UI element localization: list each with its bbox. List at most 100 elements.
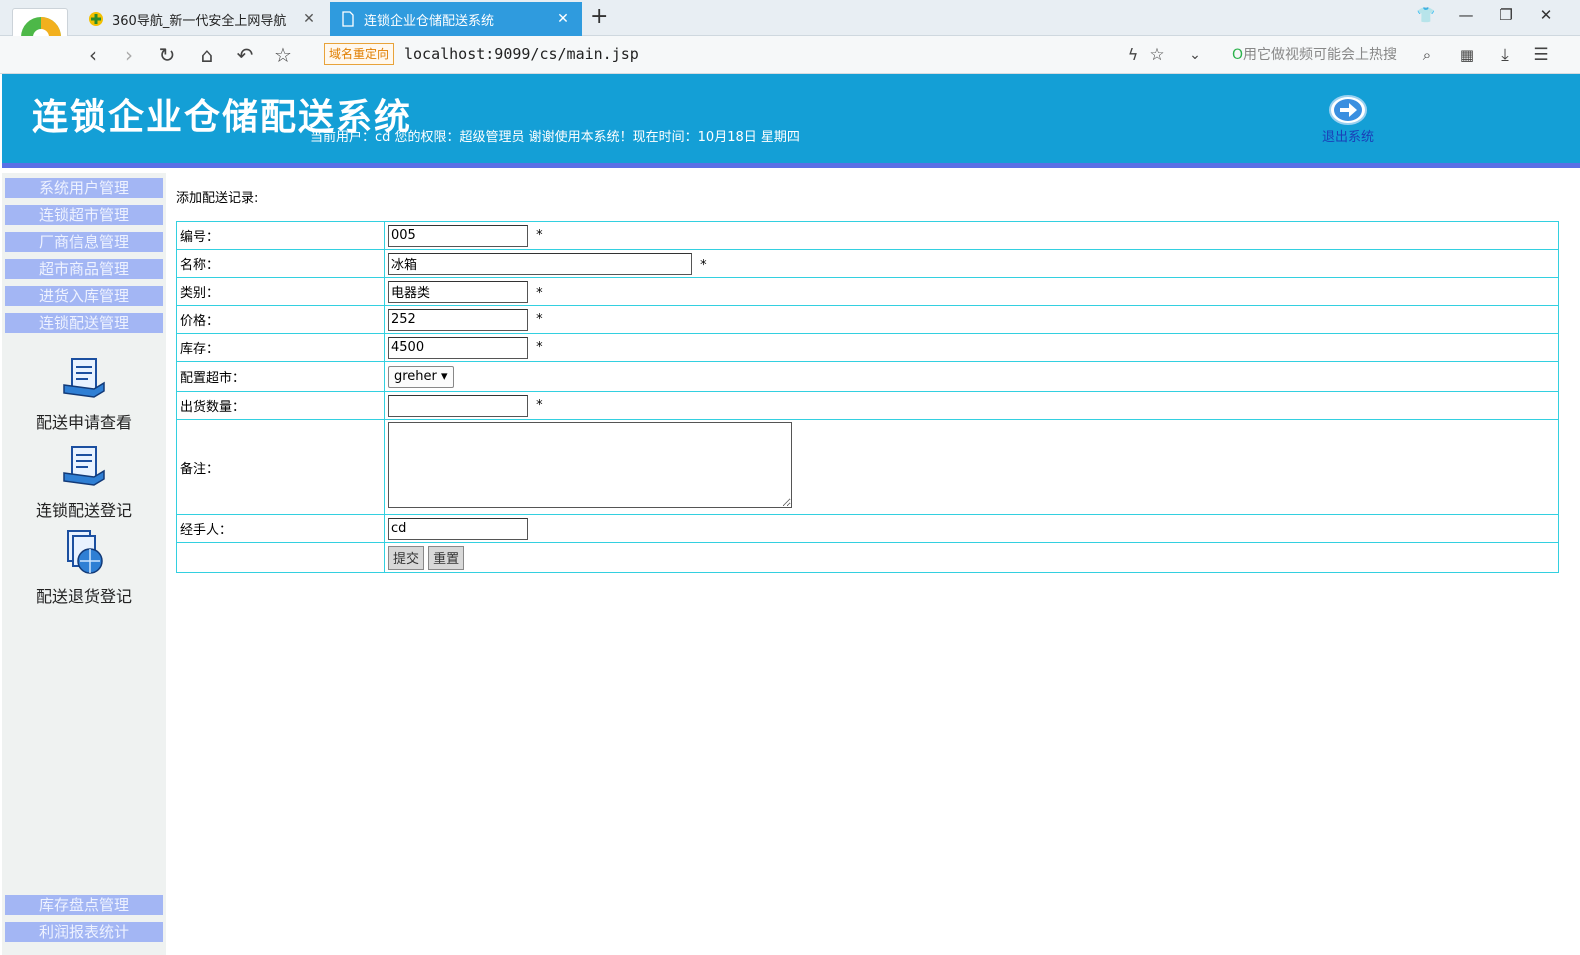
back-button[interactable]: ‹	[80, 42, 106, 68]
quantity-label: 出货数量：	[176, 391, 385, 420]
required-mark: *	[700, 258, 707, 273]
form-row-name: 名称： *	[176, 249, 1559, 278]
supermarket-label: 配置超市：	[176, 361, 385, 392]
search-input[interactable]: O用它做视频可能会上热搜	[1232, 44, 1432, 64]
submit-button[interactable]: 提交	[388, 545, 425, 570]
close-icon[interactable]: ✕	[300, 11, 318, 27]
form-heading: 添加配送记录:	[176, 191, 259, 206]
download-icon[interactable]: ⤓	[1492, 42, 1518, 68]
sidebar-sub-delivery-register[interactable]: 连锁配送登记	[2, 443, 166, 521]
sidebar-sub-label: 配送退货登记	[35, 587, 132, 606]
code-field[interactable]	[388, 224, 528, 247]
search-placeholder: 用它做视频可能会上热搜	[1243, 47, 1398, 63]
form-row-price: 价格： *	[176, 305, 1559, 334]
form-row-category: 类别： *	[176, 277, 1559, 306]
handler-field[interactable]	[388, 517, 528, 540]
remark-cell	[384, 419, 1559, 515]
restore-button[interactable]: ❐	[1494, 6, 1518, 24]
required-mark: *	[536, 286, 543, 301]
logout-button[interactable]: 退出系统	[1318, 94, 1378, 145]
price-field[interactable]	[388, 308, 528, 331]
required-mark: *	[536, 340, 543, 355]
minimize-button[interactable]: —	[1454, 6, 1478, 24]
sidebar-sub-delivery-request-view[interactable]: 配送申请查看	[2, 355, 166, 433]
address-bar[interactable]: localhost:9099/cs/main.jsp	[404, 45, 639, 63]
tab-title: 360导航_新一代安全上网导航	[112, 13, 287, 29]
close-window-button[interactable]: ✕	[1534, 6, 1558, 24]
chevron-down-icon[interactable]: ⌄	[1182, 42, 1208, 68]
form-row-quantity: 出货数量： *	[176, 391, 1559, 420]
sidebar-item-vendor-management[interactable]: 厂商信息管理	[5, 232, 163, 252]
menu-icon[interactable]: ☰	[1528, 42, 1554, 68]
search-engine-icon: O	[1232, 47, 1244, 63]
sidebar-item-stock-in-management[interactable]: 进货入库管理	[5, 286, 163, 306]
sidebar: 系统用户管理 连锁超市管理 厂商信息管理 超市商品管理 进货入库管理 连锁配送管…	[2, 173, 166, 955]
redirect-badge[interactable]: 域名重定向	[324, 43, 395, 65]
lightning-icon[interactable]: ϟ	[1120, 42, 1146, 68]
actions-cell: 提交 重置	[384, 542, 1559, 573]
form-row-remark: 备注：	[176, 419, 1559, 515]
form-row-supermarket: 配置超市： greher ▾	[176, 361, 1559, 392]
arrow-right-icon	[1329, 95, 1367, 125]
sidebar-item-user-management[interactable]: 系统用户管理	[5, 178, 163, 198]
category-cell: *	[384, 277, 1559, 306]
reset-button[interactable]: 重置	[428, 545, 465, 570]
handler-cell	[384, 514, 1559, 543]
category-field[interactable]	[388, 280, 528, 303]
name-label: 名称：	[176, 249, 385, 278]
document-send-icon	[63, 358, 105, 398]
search-icon[interactable]: ⌕	[1414, 42, 1440, 68]
supermarket-selected-value: greher	[394, 368, 437, 384]
page-icon	[340, 11, 356, 27]
skin-icon[interactable]: 👕	[1414, 6, 1438, 24]
required-mark: *	[536, 398, 543, 413]
delivery-form-table: 编号： * 名称： * 类别： * 价格： *	[176, 221, 1559, 573]
home-button[interactable]: ⌂	[194, 42, 220, 68]
browser-tab-bar: 360导航_新一代安全上网导航 ✕ 连锁企业仓储配送系统 ✕ + 👕 — ❐ ✕	[0, 0, 1580, 36]
new-tab-button[interactable]: +	[590, 4, 608, 29]
sidebar-item-inventory-check[interactable]: 库存盘点管理	[5, 895, 163, 915]
undo-close-button[interactable]: ↶	[232, 42, 258, 68]
forward-button[interactable]: ›	[116, 42, 142, 68]
favorite-star-icon[interactable]: ☆	[270, 42, 296, 68]
form-row-actions: 提交 重置	[176, 542, 1559, 573]
sidebar-item-delivery-management[interactable]: 连锁配送管理	[5, 313, 163, 333]
browser-tab-360-nav[interactable]: 360导航_新一代安全上网导航 ✕	[78, 2, 328, 36]
remark-textarea[interactable]	[388, 422, 792, 508]
document-send-icon	[63, 446, 105, 486]
browser-nav-bar: ‹ › ↻ ⌂ ↶ ☆ 域名重定向 localhost:9099/cs/main…	[0, 36, 1580, 74]
sidebar-item-supermarket-management[interactable]: 连锁超市管理	[5, 205, 163, 225]
form-row-stock: 库存： *	[176, 333, 1559, 362]
stock-label: 库存：	[176, 333, 385, 362]
code-cell: *	[384, 221, 1559, 250]
remark-label: 备注：	[176, 419, 385, 515]
main-content: 添加配送记录: 编号： * 名称： * 类别： * 价格：	[166, 173, 1578, 955]
quantity-field[interactable]	[388, 394, 528, 417]
stock-field[interactable]	[388, 336, 528, 359]
close-icon[interactable]: ✕	[554, 11, 572, 27]
supermarket-select[interactable]: greher ▾	[388, 365, 454, 388]
sidebar-sub-label: 配送申请查看	[35, 413, 132, 432]
browser-tab-active[interactable]: 连锁企业仓储配送系统 ✕	[330, 2, 582, 36]
bookmark-star-icon[interactable]: ☆	[1144, 42, 1170, 68]
form-row-handler: 经手人：	[176, 514, 1559, 543]
user-info: 当前用户：cd 您的权限：超级管理员 谢谢使用本系统！现在时间：10月18日 星…	[310, 130, 800, 145]
sidebar-item-product-management[interactable]: 超市商品管理	[5, 259, 163, 279]
required-mark: *	[536, 312, 543, 327]
360-nav-icon	[88, 11, 104, 27]
supermarket-cell: greher ▾	[384, 361, 1559, 392]
dropdown-arrow-icon: ▾	[441, 368, 448, 384]
tab-title: 连锁企业仓储配送系统	[364, 13, 495, 29]
form-row-code: 编号： *	[176, 221, 1559, 250]
app-header: 连锁企业仓储配送系统 当前用户：cd 您的权限：超级管理员 谢谢使用本系统！现在…	[2, 74, 1580, 168]
apps-grid-icon[interactable]: ▦	[1454, 42, 1480, 68]
code-label: 编号：	[176, 221, 385, 250]
handler-label: 经手人：	[176, 514, 385, 543]
category-label: 类别：	[176, 277, 385, 306]
sidebar-item-profit-report[interactable]: 利润报表统计	[5, 922, 163, 942]
reload-button[interactable]: ↻	[154, 42, 180, 68]
name-field[interactable]	[388, 252, 692, 275]
price-cell: *	[384, 305, 1559, 334]
quantity-cell: *	[384, 391, 1559, 420]
sidebar-sub-delivery-return-register[interactable]: 配送退货登记	[2, 529, 166, 607]
